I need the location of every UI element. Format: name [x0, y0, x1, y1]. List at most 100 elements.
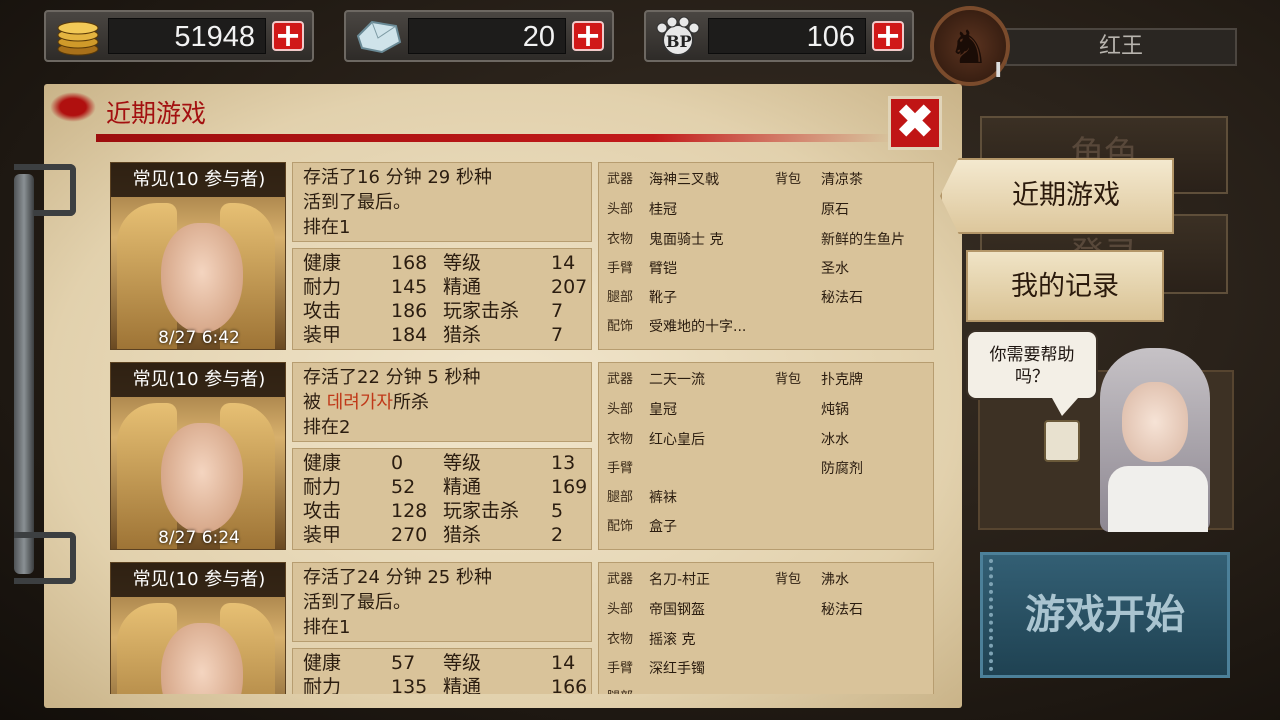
- game-history-list[interactable]: 常见(10 参与者) 8/27 6:42 存活了16 分钟 29 秒种 活到了最…: [110, 160, 938, 694]
- bag-item: 炖锅: [821, 402, 849, 418]
- start-game-label: 游戏开始: [1025, 592, 1185, 638]
- final-rank: 排在1: [303, 217, 351, 238]
- legs-label: 腿部: [607, 687, 633, 694]
- bag-item: 清凉茶: [821, 172, 863, 188]
- game-mode-label: 常见(10 参与者): [111, 363, 285, 397]
- player-rank: I: [994, 58, 1002, 82]
- player-kills-label: 玩家击杀: [443, 300, 520, 322]
- clothes-label: 衣物: [607, 432, 634, 447]
- legs-label: 腿部: [607, 290, 634, 305]
- bag-item: 冰水: [821, 432, 849, 448]
- character-portrait: 常见(10 参与者) 8/27 6:24: [110, 362, 286, 550]
- accessory-label: 配饰: [607, 519, 634, 534]
- head-label: 头部: [607, 402, 634, 417]
- attack-label: 攻击: [303, 300, 342, 322]
- panel-title: 近期游戏: [106, 99, 207, 128]
- bag-label: 背包: [775, 172, 802, 187]
- bag-item: 原石: [821, 202, 849, 218]
- mastery-label: 精通: [443, 476, 482, 498]
- gold-value: 51948: [108, 18, 266, 54]
- stats-table: 健康 0 等级 13 耐力 52 精通 169 攻击 128 玩家击杀 5 装甲 270 猎杀 2: [292, 448, 592, 550]
- outcome-text: 所杀: [392, 392, 429, 413]
- level-label: 等级: [443, 252, 482, 274]
- title-underline: [96, 134, 892, 142]
- attack-label: 攻击: [303, 500, 342, 522]
- accessory-item: 盒子: [649, 519, 677, 535]
- weapon-item: 二天一流: [649, 372, 705, 388]
- tab-recent-games[interactable]: 近期游戏: [940, 158, 1174, 234]
- killer-name: 데려가자: [326, 392, 393, 413]
- game-summary: 存活了22 分钟 5 秒种 被 데려가자所杀 排在2: [292, 362, 592, 442]
- gem-value: 20: [408, 18, 566, 54]
- attack-value: 128: [391, 500, 428, 522]
- tab-my-records[interactable]: 我的记录: [966, 250, 1164, 322]
- head-label: 头部: [607, 602, 634, 617]
- hp-value: 0: [391, 452, 404, 474]
- level-value: 13: [551, 452, 576, 474]
- player-kills-label: 玩家击杀: [443, 500, 520, 522]
- stamina-value: 52: [391, 476, 416, 498]
- level-value: 14: [551, 252, 576, 274]
- player-kills-value: 5: [551, 500, 564, 522]
- equipment-panel: 武器 二天一流 背包 扑克牌 头部 皇冠 炖锅 衣物 红心皇后 冰水 手臂 防腐剂 腿部 裤袜 配…: [598, 362, 934, 550]
- game-date: 8/27 6:42: [158, 328, 240, 348]
- game-outcome: 活到了最后。: [303, 190, 581, 215]
- weapon-label: 武器: [607, 372, 634, 387]
- stats-table: 健康 168 等级 14 耐力 145 精通 207 攻击 186 玩家击杀 7 装甲 184 猎杀 7: [292, 248, 592, 350]
- arm-item: 臂铠: [649, 261, 677, 277]
- outcome-text: 被: [303, 392, 327, 413]
- head-item: 帝国钢盔: [649, 602, 705, 618]
- close-button[interactable]: ✖: [888, 96, 942, 150]
- level-value: 14: [551, 652, 576, 674]
- add-gems-button[interactable]: +: [572, 19, 604, 51]
- bp-paw-icon: BP: [652, 16, 704, 56]
- game-entry[interactable]: 常见(10 参与者) 8/27 6:24 存活了22 分钟 5 秒种 被 데려가…: [110, 360, 938, 552]
- head-item: 皇冠: [649, 402, 677, 418]
- clothes-label: 衣物: [607, 632, 634, 647]
- level-label: 等级: [443, 452, 482, 474]
- horse-emblem-icon: ♞: [948, 20, 990, 74]
- game-outcome: 活到了最后。: [303, 590, 581, 615]
- player-avatar[interactable]: ♞ I: [930, 6, 1010, 86]
- notebook-rings: [989, 559, 1001, 671]
- armor-label: 装甲: [303, 524, 342, 546]
- equipment-panel: 武器 海神三叉戟 背包 清凉茶 头部 桂冠 原石 衣物 鬼面骑士 克 新鲜的生鱼片 手臂 臂铠 圣…: [598, 162, 934, 350]
- gem-counter: 20 +: [344, 10, 614, 62]
- help-text: 你需要帮助 吗？: [989, 345, 1075, 387]
- clothes-item: 红心皇后: [649, 432, 705, 448]
- armor-value: 184: [391, 324, 428, 346]
- bag-item: 秘法石: [821, 602, 863, 618]
- stamina-label: 耐力: [303, 276, 342, 298]
- clothes-item: 摇滚 克: [649, 632, 696, 648]
- level-label: 等级: [443, 652, 482, 674]
- helper-npc[interactable]: [1100, 348, 1220, 532]
- mastery-value: 169: [551, 476, 588, 498]
- final-rank: 排在2: [303, 417, 351, 438]
- head-label: 头部: [607, 202, 634, 217]
- mastery-label: 精通: [443, 676, 482, 694]
- hunts-label: 猎杀: [443, 324, 482, 346]
- bag-item: 圣水: [821, 261, 849, 277]
- bag-item: 沸水: [821, 572, 849, 588]
- attack-value: 186: [391, 300, 428, 322]
- help-bubble[interactable]: 你需要帮助 吗？: [966, 330, 1098, 416]
- weapon-item: 海神三叉戟: [649, 172, 719, 188]
- hunts-value: 7: [551, 324, 564, 346]
- add-gold-button[interactable]: +: [272, 19, 304, 51]
- stamina-label: 耐力: [303, 476, 342, 498]
- game-entry[interactable]: 常见(10 参与者) 存活了24 分钟 25 秒种 活到了最后。 排在1 健康 5…: [110, 560, 938, 694]
- hp-label: 健康: [303, 452, 342, 474]
- mastery-value: 207: [551, 276, 588, 298]
- bp-value: 106: [708, 18, 866, 54]
- start-game-button[interactable]: 游戏开始: [980, 552, 1230, 678]
- bag-label: 背包: [775, 572, 802, 587]
- add-bp-button[interactable]: +: [872, 19, 904, 51]
- character-portrait: 常见(10 参与者): [110, 562, 286, 694]
- weapon-label: 武器: [607, 572, 634, 587]
- survival-time: 存活了22 分钟 5 秒种: [303, 367, 481, 388]
- head-item: 桂冠: [649, 202, 677, 218]
- hp-label: 健康: [303, 652, 342, 674]
- game-entry[interactable]: 常见(10 参与者) 8/27 6:42 存活了16 分钟 29 秒种 活到了最…: [110, 160, 938, 352]
- accessory-item: 受难地的十字...: [649, 319, 747, 335]
- bag-item: 防腐剂: [821, 461, 863, 477]
